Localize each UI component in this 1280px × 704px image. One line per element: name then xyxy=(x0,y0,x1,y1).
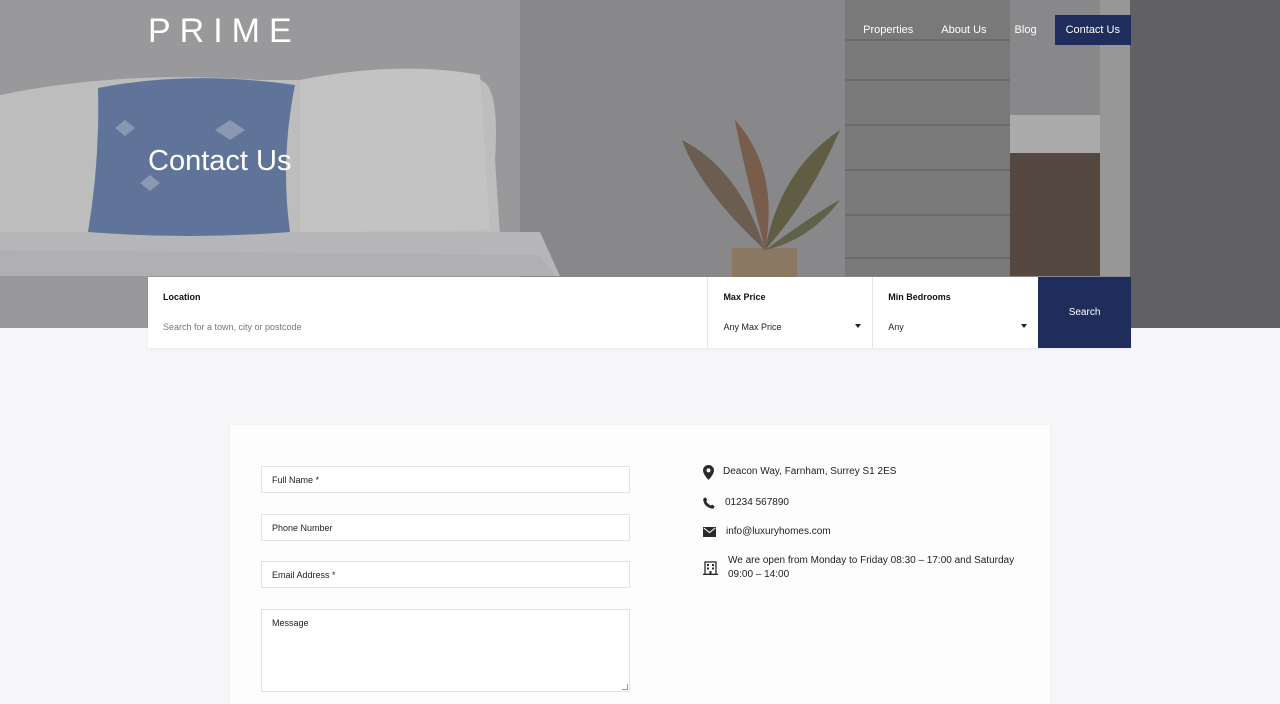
site-logo[interactable]: PRIME xyxy=(148,12,301,51)
max-price-value[interactable]: Any Max Price xyxy=(723,322,781,332)
email-address-field[interactable]: Email Address * xyxy=(261,561,630,588)
min-bedrooms-value[interactable]: Any xyxy=(888,322,904,332)
nav-about-us[interactable]: About Us xyxy=(927,15,1000,45)
email-text[interactable]: info@luxuryhomes.com xyxy=(726,525,831,539)
contact-email: info@luxuryhomes.com xyxy=(703,525,831,539)
min-bedrooms-select[interactable]: Min Bedrooms Any xyxy=(873,277,1038,348)
page-title: Contact Us xyxy=(148,145,292,177)
message-textarea[interactable]: Message xyxy=(261,609,630,692)
location-pin-icon xyxy=(703,465,714,480)
contact-hours: We are open from Monday to Friday 08:30 … xyxy=(703,554,1014,582)
contact-phone: 01234 567890 xyxy=(703,496,789,510)
opening-hours: We are open from Monday to Friday 08:30 … xyxy=(728,554,1014,582)
full-name-placeholder: Full Name * xyxy=(272,475,320,485)
nav-blog[interactable]: Blog xyxy=(1001,15,1051,45)
location-field[interactable]: Location Search for a town, city or post… xyxy=(148,277,709,348)
envelope-icon xyxy=(703,527,716,537)
max-price-select[interactable]: Max Price Any Max Price xyxy=(708,277,874,348)
location-label: Location xyxy=(163,292,201,302)
contact-address: Deacon Way, Farnham, Surrey S1 2ES xyxy=(703,465,896,480)
property-search-bar: Location Search for a town, city or post… xyxy=(148,277,1131,348)
contact-card: Full Name * Phone Number Email Address *… xyxy=(230,425,1050,704)
min-bedrooms-label: Min Bedrooms xyxy=(888,292,951,302)
max-price-label: Max Price xyxy=(723,292,766,302)
opening-hours-line-2: 09:00 – 14:00 xyxy=(728,569,790,580)
phone-number-placeholder: Phone Number xyxy=(272,523,333,533)
full-name-field[interactable]: Full Name * xyxy=(261,466,630,493)
phone-icon xyxy=(703,497,715,509)
address-text: Deacon Way, Farnham, Surrey S1 2ES xyxy=(723,466,897,477)
dropdown-caret-icon[interactable] xyxy=(1021,324,1028,328)
message-placeholder: Message xyxy=(272,618,309,628)
location-input[interactable]: Search for a town, city or postcode xyxy=(163,322,302,332)
nav-properties[interactable]: Properties xyxy=(849,15,927,45)
building-icon xyxy=(703,561,718,575)
main-nav: Properties About Us Blog Contact Us xyxy=(849,15,1131,45)
search-button[interactable]: Search xyxy=(1038,277,1131,348)
opening-hours-line-1: We are open from Monday to Friday 08:30 … xyxy=(728,555,1015,566)
phone-number-field[interactable]: Phone Number xyxy=(261,514,630,541)
nav-contact-us[interactable]: Contact Us xyxy=(1054,15,1131,45)
email-address-placeholder: Email Address * xyxy=(272,570,336,580)
resize-handle[interactable] xyxy=(622,684,628,690)
dropdown-caret-icon[interactable] xyxy=(855,324,862,328)
phone-text: 01234 567890 xyxy=(725,497,789,508)
